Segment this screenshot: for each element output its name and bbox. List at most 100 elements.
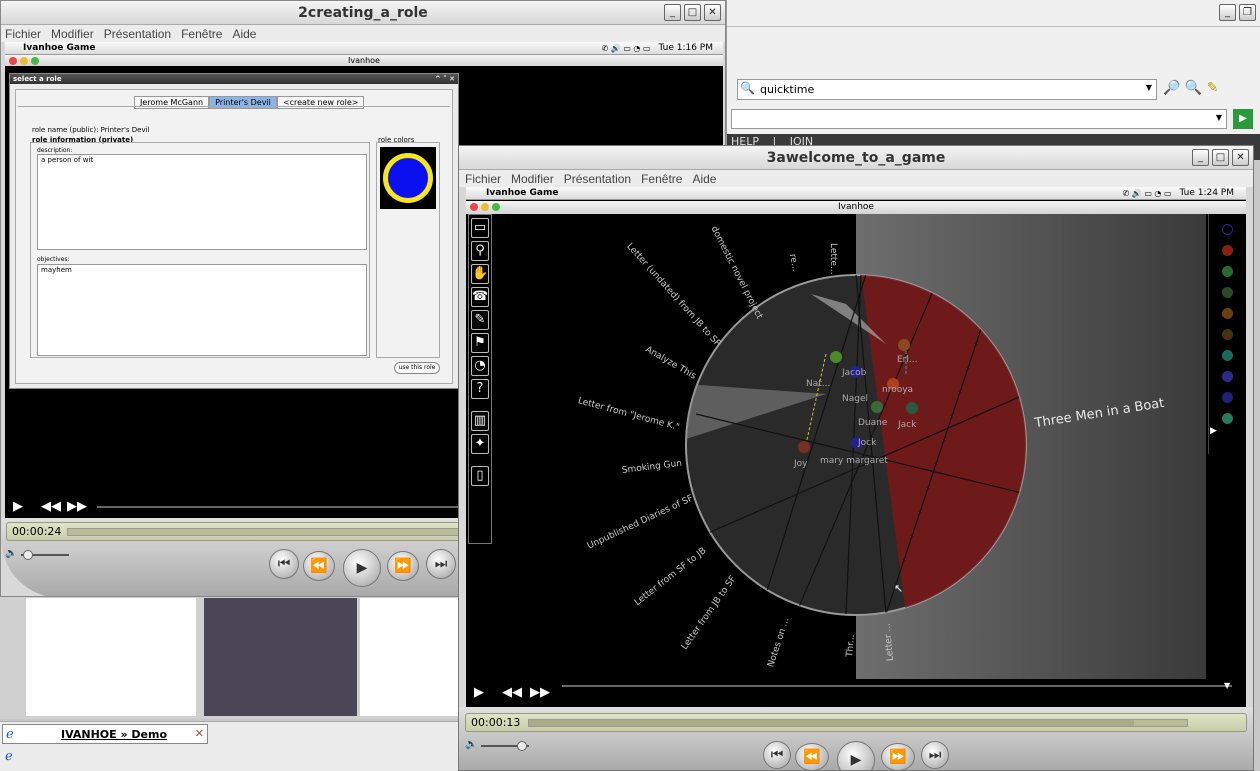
volume-icon: 🔈 — [465, 739, 478, 750]
menu-fichier[interactable]: Fichier — [465, 172, 501, 186]
video-area: Ivanhoe Game ✆ 🔊 ▭ ◔ ▭ Tue 1:24 PM Ivanh… — [466, 187, 1246, 707]
window-title: 2creating_a_role — [1, 1, 725, 25]
chevron-down-icon[interactable]: ▼ — [1146, 83, 1152, 92]
menu-modifier[interactable]: Modifier — [511, 172, 554, 186]
taskbar-tab-label: IVANHOE » Demo — [61, 728, 168, 741]
role-color-swatch[interactable] — [380, 147, 436, 209]
progress-fill — [529, 720, 1135, 726]
close-dot-icon[interactable] — [9, 57, 17, 65]
role-colors-group — [376, 142, 440, 358]
play-icon[interactable]: ▶ — [13, 499, 23, 514]
close-icon[interactable]: ✕ — [195, 727, 204, 740]
mac-app-name: Ivanhoe Game — [23, 43, 96, 53]
objectives-field[interactable]: mayhem — [37, 264, 367, 356]
node-4[interactable] — [898, 339, 910, 351]
mac-app-name: Ivanhoe Game — [486, 188, 559, 198]
node-5[interactable] — [871, 401, 883, 413]
node-7[interactable] — [798, 441, 810, 453]
node-label: Jock — [858, 438, 877, 448]
skip-back-button[interactable]: ⏮ — [763, 741, 791, 769]
taskbar-tab-ivanhoe[interactable]: ℯ IVANHOE » Demo ✕ — [2, 724, 208, 744]
dialog-titlebar: select a role ^ ˅ ✕ — [10, 74, 458, 84]
close-dot-icon[interactable] — [470, 203, 478, 211]
menu-fenetre[interactable]: Fenêtre — [641, 172, 682, 186]
node-label: nrooya — [882, 385, 914, 395]
menu-modifier[interactable]: Modifier — [51, 27, 94, 41]
progress-track[interactable] — [528, 719, 1188, 727]
close-icon[interactable]: ✕ — [1232, 149, 1249, 166]
menu-fichier[interactable]: Fichier — [5, 27, 41, 41]
menu-aide[interactable]: Aide — [692, 172, 716, 186]
highlight-icon[interactable]: ✎ — [1207, 80, 1219, 96]
node-jacob[interactable] — [830, 351, 842, 363]
time-value: 00:00:24 — [12, 525, 62, 538]
mac-menubar: Ivanhoe Game ✆ 🔊 ▭ ◔ ▭ Tue 1:16 PM — [5, 42, 723, 55]
forward-icon[interactable]: ▶▶ — [67, 499, 87, 514]
node-6[interactable] — [906, 402, 918, 414]
mac-clock: Tue 1:24 PM — [1179, 188, 1235, 198]
play-button[interactable]: ▶ — [837, 741, 875, 770]
menu-aide[interactable]: Aide — [232, 27, 256, 41]
go-icon[interactable]: ▶ — [1233, 109, 1253, 129]
menu-bar: Fichier Modifier Présentation Fenêtre Ai… — [1, 25, 725, 42]
menu-fenetre[interactable]: Fenêtre — [181, 27, 222, 41]
scrub-track[interactable] — [97, 506, 497, 508]
maximize-icon[interactable]: □ — [1212, 149, 1229, 166]
minimize-dot-icon[interactable] — [20, 57, 28, 65]
mac-clock: Tue 1:16 PM — [658, 43, 714, 53]
skip-forward-button[interactable]: ⏭ — [426, 549, 456, 579]
dialog-close-icon[interactable]: ^ ˅ ✕ — [435, 74, 455, 84]
fast-forward-button[interactable]: ⏩ — [881, 743, 915, 770]
rewind-button[interactable]: ⏪ — [303, 551, 335, 581]
tab-jerome-mcgann[interactable]: Jerome McGann — [134, 96, 210, 109]
zoom-dot-icon[interactable] — [492, 203, 500, 211]
window-controls: _ □ ✕ — [664, 4, 721, 21]
mouse-cursor-icon: ↖ — [894, 582, 904, 595]
minimize-icon[interactable]: _ — [1219, 4, 1236, 21]
time-display: 00:00:13 — [465, 713, 1247, 732]
search-input[interactable]: quicktime — [760, 83, 814, 96]
minimize-icon[interactable]: _ — [664, 4, 681, 21]
skip-forward-button[interactable]: ⏭ — [921, 741, 949, 769]
inner-titlebar: Ivanhoe — [5, 55, 723, 66]
description-field[interactable]: a person of wit — [37, 154, 367, 250]
zoom-icon[interactable]: 🔍 — [1185, 80, 1202, 96]
close-icon[interactable]: ✕ — [704, 4, 721, 21]
maximize-icon[interactable]: □ — [684, 4, 701, 21]
search-bar: 🔍 quicktime ▼ — [737, 79, 1157, 100]
node-label: Duane — [858, 418, 888, 428]
role-name: role name (public): Printer's Devil — [32, 126, 150, 134]
rewind-icon[interactable]: ◀◀ — [41, 499, 61, 514]
zoom-dot-icon[interactable] — [31, 57, 39, 65]
ie-icon[interactable]: ℯ — [5, 749, 13, 764]
rewind-button[interactable]: ⏪ — [795, 743, 829, 770]
menu-presentation[interactable]: Présentation — [564, 172, 631, 186]
use-this-role-button[interactable]: use this role — [394, 362, 440, 374]
address-bar[interactable]: ▼ — [731, 109, 1227, 129]
tab-printers-devil[interactable]: Printer's Devil — [209, 96, 277, 109]
search-icon: 🔍 — [740, 81, 755, 95]
role-info-group: description: a person of wit objectives:… — [30, 142, 370, 358]
time-value: 00:00:13 — [471, 716, 521, 729]
menu-presentation[interactable]: Présentation — [104, 27, 171, 41]
minimize-icon[interactable]: _ — [1192, 149, 1209, 166]
tab-create-new-role[interactable]: <create new role> — [276, 96, 365, 109]
rewind-icon[interactable]: ◀◀ — [502, 685, 522, 700]
volume-slider[interactable] — [21, 550, 69, 560]
forward-icon[interactable]: ▶▶ — [530, 685, 550, 700]
select-role-dialog: select a role ^ ˅ ✕ Jerome McGann Printe… — [9, 73, 459, 389]
skip-back-button[interactable]: ⏮ — [269, 549, 299, 579]
play-button[interactable]: ▶ — [343, 549, 381, 587]
minimize-dot-icon[interactable] — [481, 203, 489, 211]
play-icon[interactable]: ▶ — [474, 685, 484, 700]
chevron-down-icon[interactable]: ▼ — [1216, 113, 1222, 122]
game-canvas: ▭ ⚲ ✋ ☎ ✎ ⚑ ◔ ? ▥ ✦ ▯ ▶ Jacob Nat... Nag… — [466, 214, 1246, 679]
window-controls: _ □ ✕ — [1192, 149, 1249, 166]
fast-forward-button[interactable]: ⏩ — [387, 551, 419, 581]
node-label: Jack — [898, 420, 917, 430]
find-icon[interactable]: 🔎 — [1163, 80, 1180, 96]
scrub-track[interactable] — [562, 685, 1232, 687]
scrub-handle[interactable]: ▼ — [1224, 681, 1230, 690]
restore-icon[interactable]: ❐ — [1239, 4, 1256, 21]
volume-slider[interactable] — [481, 741, 529, 751]
